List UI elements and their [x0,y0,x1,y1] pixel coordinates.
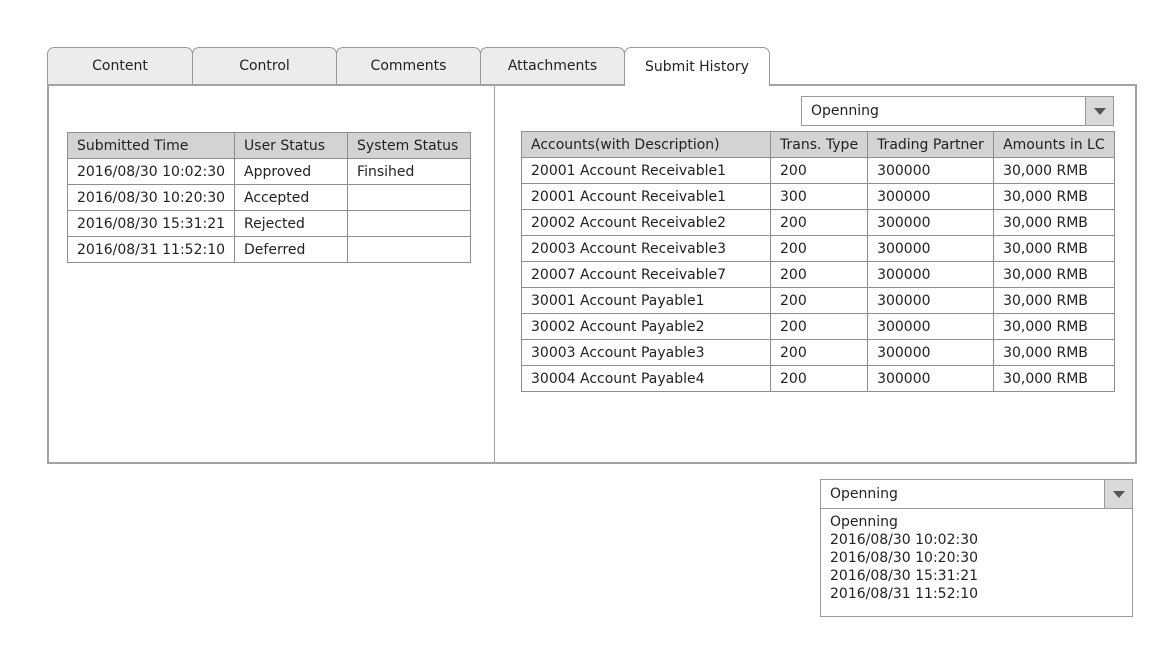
column-header-trans-type: Trans. Type [769,131,869,158]
trading-partner-cell: 300000 [867,157,995,184]
account-cell: 30003 Account Payable3 [521,339,771,366]
table-row[interactable]: 30004 Account Payable4 200 300000 30,000… [521,365,1115,392]
submitted-time-cell: 2016/08/31 11:52:10 [66,236,236,263]
account-cell: 20003 Account Receivable3 [521,235,771,262]
table-row[interactable]: 20002 Account Receivable2 200 300000 30,… [521,209,1115,236]
account-cell: 20001 Account Receivable1 [521,157,771,184]
amount-cell: 30,000 RMB [993,183,1115,210]
user-status-cell: Rejected [234,210,349,237]
expanded-version-select[interactable]: Openning [820,479,1133,509]
trading-partner-cell: 300000 [867,209,995,236]
system-status-cell: Finsihed [347,158,472,185]
trading-partner-cell: 300000 [867,183,995,210]
history-table: Submitted Time User Status System Status… [66,132,472,263]
table-row[interactable]: 30002 Account Payable2 200 300000 30,000… [521,313,1115,340]
version-select-value: Openning [811,103,879,119]
column-header-user-status: User Status [234,132,349,159]
amount-cell: 30,000 RMB [993,365,1115,392]
dropdown-option[interactable]: 2016/08/31 11:52:10 [830,585,1123,603]
system-status-cell [347,236,472,263]
tab-control[interactable]: Control [192,47,337,84]
dropdown-options-list: Openning 2016/08/30 10:02:30 2016/08/30 … [820,509,1133,617]
accounts-header-row: Accounts(with Description) Trans. Type T… [521,131,1115,158]
submitted-time-cell: 2016/08/30 10:02:30 [66,158,236,185]
expanded-select-value: Openning [830,486,898,502]
dropdown-option[interactable]: 2016/08/30 15:31:21 [830,567,1123,585]
amount-cell: 30,000 RMB [993,287,1115,314]
account-cell: 30001 Account Payable1 [521,287,771,314]
tab-attachments[interactable]: Attachments [480,47,625,84]
amount-cell: 30,000 RMB [993,261,1115,288]
chevron-down-icon[interactable] [1104,480,1132,508]
column-header-accounts: Accounts(with Description) [521,131,771,158]
account-cell: 30002 Account Payable2 [521,313,771,340]
dropdown-option[interactable]: 2016/08/30 10:20:30 [830,549,1123,567]
chevron-down-icon[interactable] [1085,97,1113,125]
account-cell: 20002 Account Receivable2 [521,209,771,236]
panel-divider [494,86,495,462]
table-row[interactable]: 20003 Account Receivable3 200 300000 30,… [521,235,1115,262]
account-cell: 30004 Account Payable4 [521,365,771,392]
submit-history-panel: Submitted Time User Status System Status… [47,84,1137,464]
dropdown-option[interactable]: Openning [830,513,1123,531]
column-header-amounts: Amounts in LC [993,131,1115,158]
table-row[interactable]: 2016/08/30 10:02:30 Approved Finsihed [66,158,472,185]
user-status-cell: Deferred [234,236,349,263]
amount-cell: 30,000 RMB [993,313,1115,340]
trans-type-cell: 300 [769,183,869,210]
trans-type-cell: 200 [769,235,869,262]
trading-partner-cell: 300000 [867,313,995,340]
trans-type-cell: 200 [769,287,869,314]
accounts-table: Accounts(with Description) Trans. Type T… [521,131,1115,392]
trans-type-cell: 200 [769,365,869,392]
account-cell: 20001 Account Receivable1 [521,183,771,210]
history-header-row: Submitted Time User Status System Status [66,132,472,159]
submitted-time-cell: 2016/08/30 10:20:30 [66,184,236,211]
amount-cell: 30,000 RMB [993,209,1115,236]
table-row[interactable]: 2016/08/30 10:20:30 Accepted [66,184,472,211]
trans-type-cell: 200 [769,209,869,236]
table-row[interactable]: 2016/08/31 11:52:10 Deferred [66,236,472,263]
tab-comments[interactable]: Comments [336,47,481,84]
trans-type-cell: 200 [769,261,869,288]
trading-partner-cell: 300000 [867,235,995,262]
system-status-cell [347,210,472,237]
table-row[interactable]: 20007 Account Receivable7 200 300000 30,… [521,261,1115,288]
trading-partner-cell: 300000 [867,365,995,392]
trading-partner-cell: 300000 [867,339,995,366]
table-row[interactable]: 30003 Account Payable3 200 300000 30,000… [521,339,1115,366]
table-row[interactable]: 20001 Account Receivable1 200 300000 30,… [521,157,1115,184]
trading-partner-cell: 300000 [867,287,995,314]
system-status-cell [347,184,472,211]
amount-cell: 30,000 RMB [993,235,1115,262]
version-select[interactable]: Openning [801,96,1114,126]
amount-cell: 30,000 RMB [993,339,1115,366]
table-row[interactable]: 2016/08/30 15:31:21 Rejected [66,210,472,237]
trading-partner-cell: 300000 [867,261,995,288]
user-status-cell: Accepted [234,184,349,211]
tab-submit-history[interactable]: Submit History [624,47,770,86]
column-header-submitted-time: Submitted Time [66,132,236,159]
account-cell: 20007 Account Receivable7 [521,261,771,288]
tab-bar: Content Control Comments Attachments Sub… [47,47,807,86]
user-status-cell: Approved [234,158,349,185]
trans-type-cell: 200 [769,339,869,366]
trans-type-cell: 200 [769,157,869,184]
table-row[interactable]: 30001 Account Payable1 200 300000 30,000… [521,287,1115,314]
table-row[interactable]: 20001 Account Receivable1 300 300000 30,… [521,183,1115,210]
column-header-trading-partner: Trading Partner [867,131,995,158]
dropdown-option[interactable]: 2016/08/30 10:02:30 [830,531,1123,549]
submitted-time-cell: 2016/08/30 15:31:21 [66,210,236,237]
amount-cell: 30,000 RMB [993,157,1115,184]
trans-type-cell: 200 [769,313,869,340]
column-header-system-status: System Status [347,132,472,159]
tab-content[interactable]: Content [47,47,193,84]
